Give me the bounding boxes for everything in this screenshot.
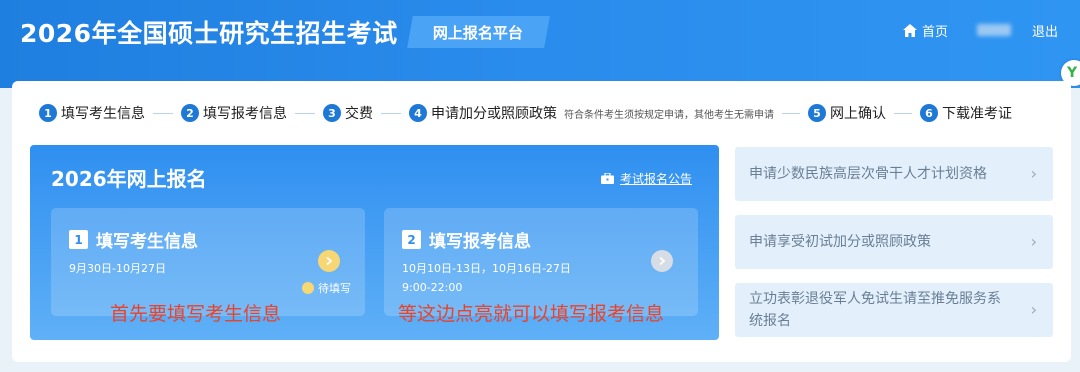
progress-steps: 1 填写考生信息 2 填写报考信息 3 交费 4 申请加分或照顾政策 符合条件考… [39,102,1012,124]
step-number: 4 [409,104,427,122]
sidebar-item-bonus-policy[interactable]: 申请享受初试加分或照顾政策 › [735,215,1053,269]
step-note: 符合条件考生须按规定申请，其他考生无需申请 [564,109,774,121]
card2-heading: 2 填写报考信息 [402,227,531,252]
briefcase-icon [601,173,614,184]
sidebar-item-label-line2: 统报名 [749,313,791,329]
step-2: 2 填写报考信息 [181,103,287,123]
logout-link[interactable]: 退出 [1032,21,1058,40]
step-connector [782,112,800,114]
card1-status: 待填写 [302,280,351,296]
chevron-right-icon [659,256,666,266]
card1-go-button[interactable] [318,250,340,272]
step-connector [894,112,912,114]
step-number: 1 [39,104,57,122]
card1-number: 1 [69,230,88,249]
step-1: 1 填写考生信息 [39,103,145,123]
platform-tag-label: 网上报名平台 [433,23,524,42]
home-link[interactable]: 首页 [903,21,948,40]
card1-title: 填写考生信息 [96,232,198,252]
step-label: 网上确认 [830,106,886,122]
sidebar-item-veteran-exempt[interactable]: 立功表彰退役军人免试生请至推免服务系 统报名 › [735,283,1053,337]
step-6: 6 下载准考证 [920,103,1012,123]
step-number: 6 [920,104,938,122]
card1-date: 9月30日-10月27日 [69,262,166,275]
home-icon [903,24,917,37]
annotation-wait-unlock: 等这边点亮就可以填写报考信息 [398,303,665,325]
step-4: 4 申请加分或照顾政策 符合条件考生须按规定申请，其他考生无需申请 [409,103,774,123]
card2-title: 填写报考信息 [429,232,531,252]
annotation-fill-first: 首先要填写考生信息 [110,303,282,325]
card2-date-line2: 9:00-22:00 [402,281,463,294]
platform-tag: 网上报名平台 [407,16,550,48]
card1-heading: 1 填写考生信息 [69,227,198,252]
step-number: 2 [181,104,199,122]
sidebar-item-label: 申请少数民族高层次骨干人才计划资格 [749,166,987,182]
card2-date-line1: 10月10日-13日，10月16日-27日 [402,262,571,275]
step-label: 下载准考证 [942,106,1012,122]
step-connector [381,112,401,114]
chevron-right-icon: › [1030,232,1037,251]
step-5: 5 网上确认 [808,103,886,123]
card2-go-button[interactable] [651,250,673,272]
sidebar-item-minority-plan[interactable]: 申请少数民族高层次骨干人才计划资格 › [735,147,1053,201]
sidebar-item-label: 申请享受初试加分或照顾政策 [749,234,931,250]
exam-notice-link[interactable]: 考试报名公告 [601,170,692,187]
step-label: 申请加分或照顾政策 [431,106,557,122]
step-connector [153,112,173,114]
step-label: 填写报考信息 [203,106,287,122]
step-number: 3 [323,104,341,122]
step-connector [295,112,315,114]
home-link-label: 首页 [922,25,949,40]
chevron-right-icon: › [1030,164,1037,183]
step-number: 5 [808,104,826,122]
sidebar-item-label-line1: 立功表彰退役军人免试生请至推免服务系 [749,291,1001,307]
step-label: 交费 [345,106,373,122]
pending-status-icon [302,282,314,294]
site-title: 2026年全国硕士研究生招生考试 [20,19,398,48]
username-blurred [977,24,1011,36]
card2-number: 2 [402,230,421,249]
registration-title: 2026年网上报名 [51,167,207,191]
chevron-right-icon: › [1030,300,1037,319]
chevron-right-icon [326,256,333,266]
card1-status-label: 待填写 [318,282,351,295]
step-3: 3 交费 [323,103,373,123]
sidebar-item-label: 立功表彰退役军人免试生请至推免服务系 统报名 [749,288,1001,332]
exam-notice-label: 考试报名公告 [620,172,693,186]
step-label: 填写考生信息 [61,106,145,122]
